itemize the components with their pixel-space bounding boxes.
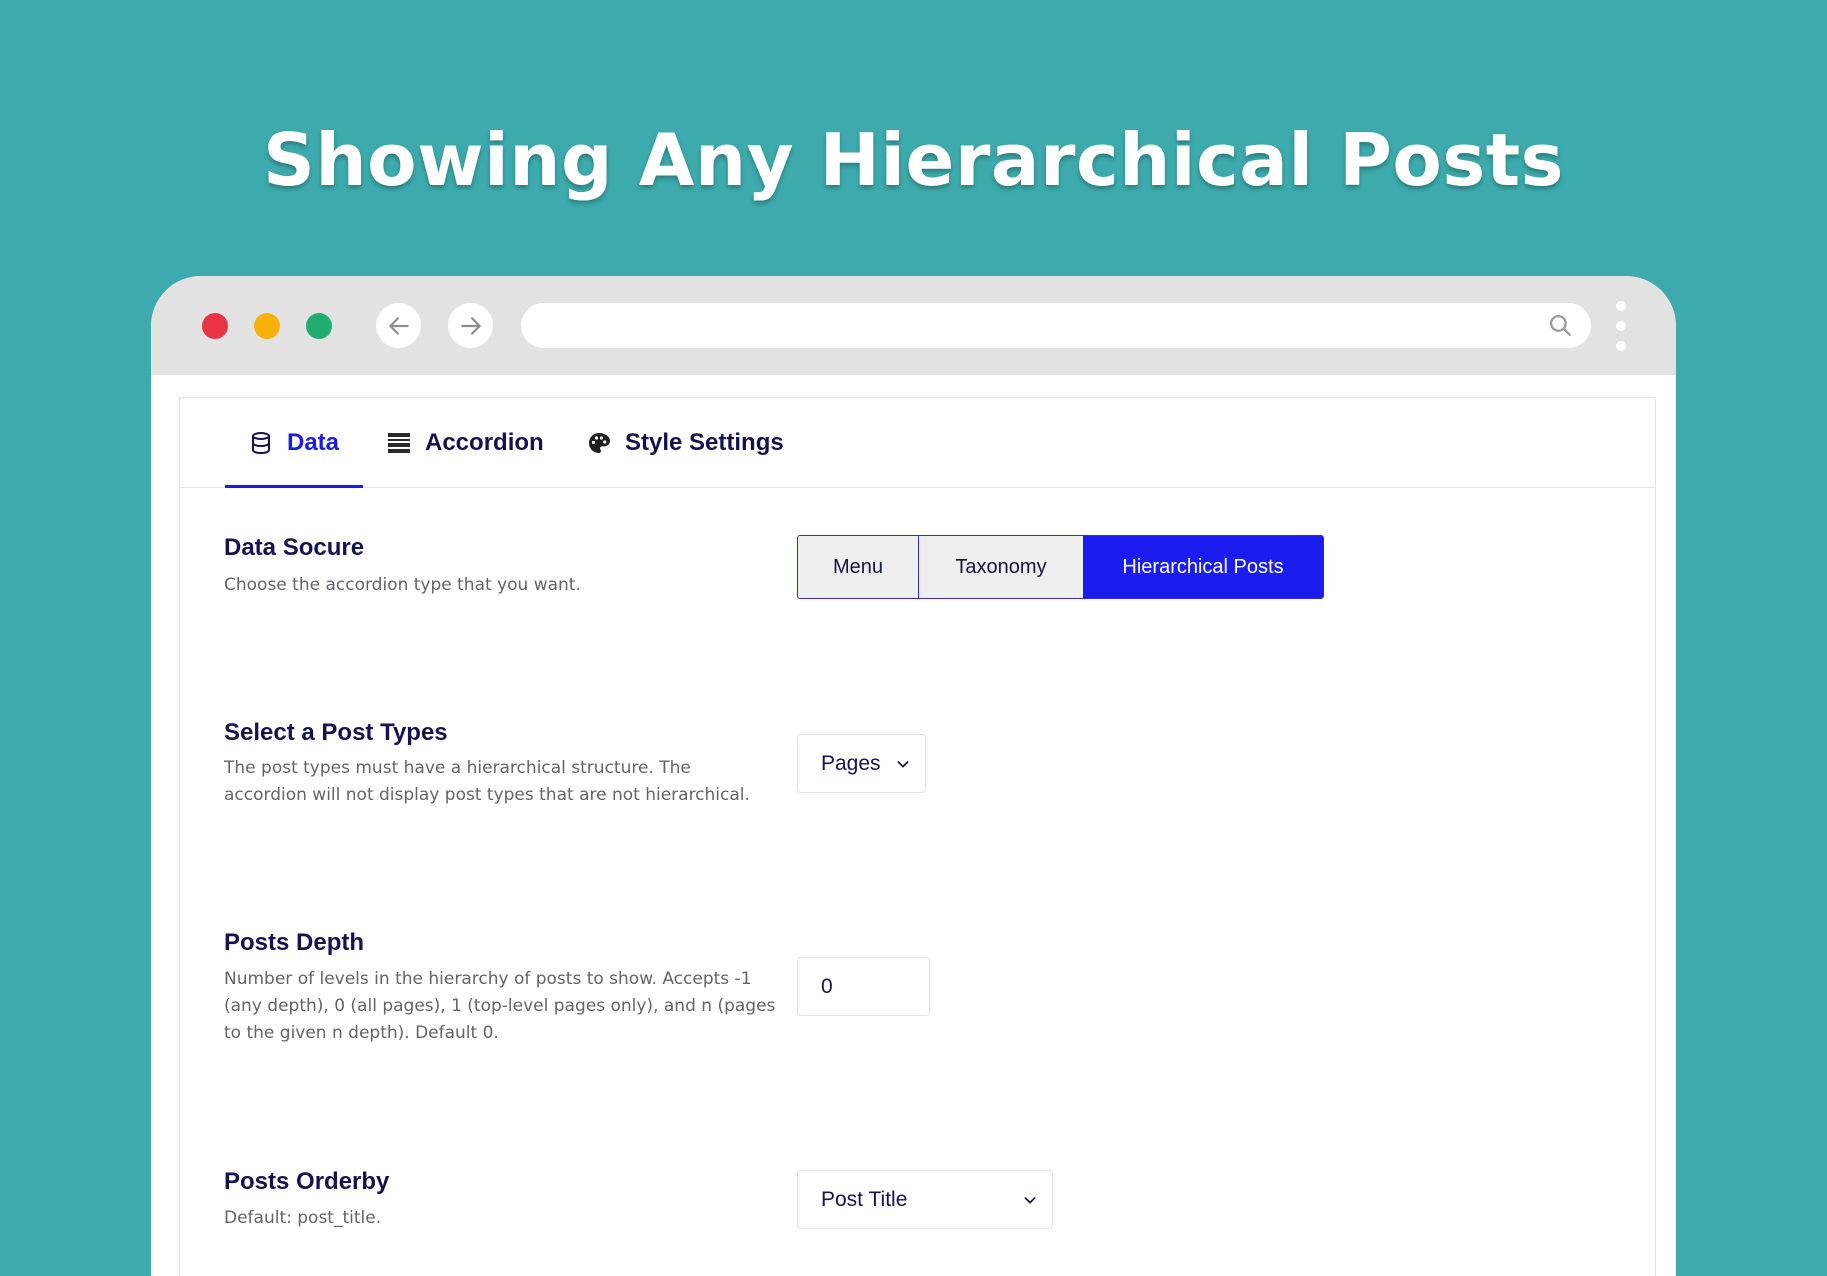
post-types-description: The post types must have a hierarchical … (224, 758, 750, 805)
accordion-icon (388, 432, 410, 453)
database-icon (251, 431, 270, 454)
data-source-option-menu[interactable]: Menu (798, 536, 919, 598)
tab-data-label: Data (286, 428, 340, 456)
data-source-option-taxonomy[interactable]: Taxonomy (919, 536, 1083, 598)
tab-accordion[interactable]: Accordion (387, 398, 544, 487)
posts-depth-value: 0 (821, 974, 833, 998)
browser-window: Data Accordion Style Settings Data Socur… (151, 276, 1676, 1276)
arrow-left-icon (388, 316, 409, 335)
address-bar[interactable] (521, 303, 1591, 348)
posts-depth-description: Number of levels in the hierarchy of pos… (224, 969, 776, 1043)
kebab-menu-icon[interactable] (1611, 301, 1631, 351)
chevron-down-icon (897, 760, 909, 768)
posts-orderby-selected-value: Post Title (821, 1187, 908, 1211)
tab-bar: Data Accordion Style Settings (180, 398, 1655, 488)
settings-panel: Data Accordion Style Settings (179, 397, 1656, 1276)
minimize-window-button[interactable] (254, 313, 280, 339)
data-source-title: Data Socure (224, 534, 365, 561)
data-source-option-hierarchical-posts[interactable]: Hierarchical Posts (1083, 536, 1323, 598)
search-icon[interactable] (1548, 313, 1573, 338)
data-source-segmented-control: Menu Taxonomy Hierarchical Posts (797, 535, 1324, 599)
forward-button[interactable] (448, 303, 493, 348)
tab-style-settings[interactable]: Style Settings (587, 398, 784, 487)
posts-orderby-description: Default: post_title. (224, 1208, 382, 1228)
palette-icon (589, 432, 610, 453)
post-types-title: Select a Post Types (224, 719, 448, 746)
posts-depth-title: Posts Depth (224, 929, 365, 956)
close-window-button[interactable] (202, 313, 228, 339)
posts-orderby-title: Posts Orderby (224, 1168, 390, 1195)
posts-orderby-select[interactable]: Post Title (797, 1170, 1053, 1229)
tab-accordion-label: Accordion (425, 428, 544, 456)
post-types-select[interactable]: Pages (797, 734, 926, 793)
hero-title: Showing Any Hierarchical Posts (263, 118, 1564, 202)
chevron-down-icon (1024, 1196, 1036, 1204)
posts-depth-input[interactable]: 0 (797, 957, 930, 1016)
back-button[interactable] (376, 303, 421, 348)
browser-toolbar (151, 276, 1676, 375)
tab-data[interactable]: Data (225, 398, 363, 488)
post-types-selected-value: Pages (821, 751, 881, 775)
maximize-window-button[interactable] (306, 313, 332, 339)
arrow-right-icon (460, 316, 481, 335)
tab-style-settings-label: Style Settings (625, 428, 784, 456)
data-source-description: Choose the accordion type that you want. (224, 575, 581, 595)
